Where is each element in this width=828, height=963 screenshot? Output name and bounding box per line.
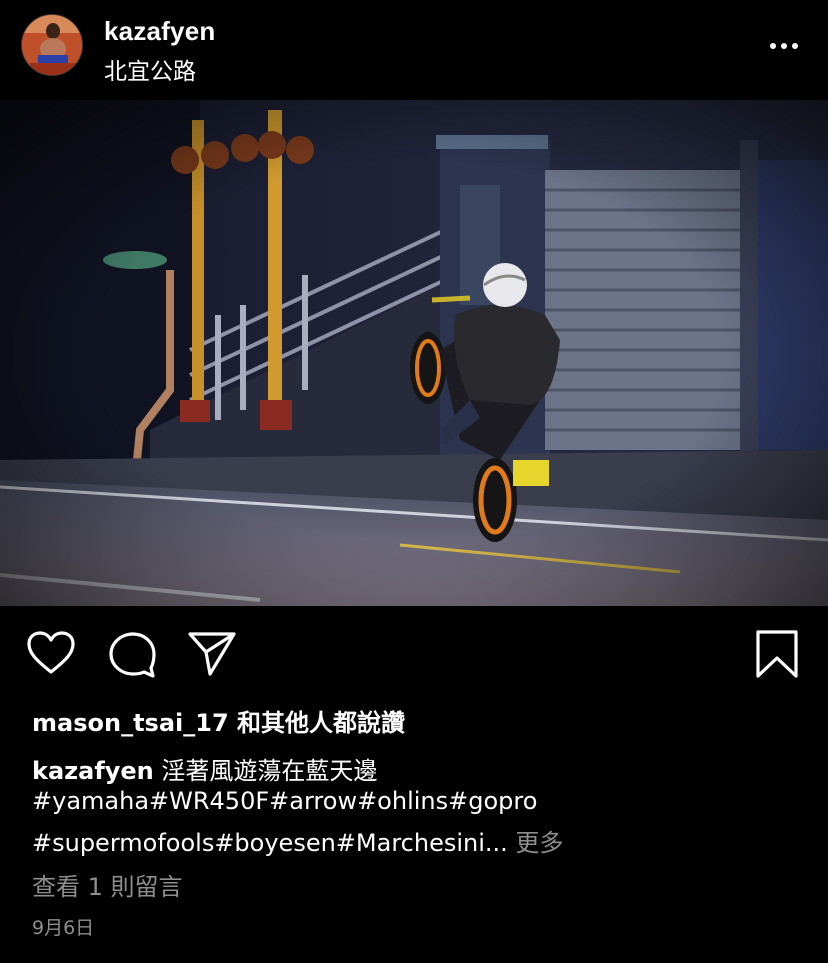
more-options-button[interactable] [764, 32, 804, 60]
caption-username[interactable]: kazafyen [32, 757, 154, 785]
like-button[interactable] [26, 630, 76, 681]
bookmark-icon [756, 630, 798, 678]
share-button[interactable] [186, 630, 238, 683]
caption-hashtags-line-1[interactable]: #yamaha#WR450F#arrow#ohlins#gopro [32, 787, 537, 815]
more-horizontal-icon [770, 43, 798, 49]
view-comments-link[interactable]: 查看 1 則留言 [32, 867, 183, 902]
caption-text: 淫著風遊蕩在藍天邊 [161, 757, 378, 785]
send-icon [188, 632, 236, 676]
post-image [0, 100, 828, 606]
avatar[interactable] [21, 14, 83, 76]
caption-more-link[interactable]: 更多 [515, 829, 563, 857]
caption: kazafyen 淫著風遊蕩在藍天邊 [32, 751, 377, 786]
action-bar [0, 620, 828, 690]
comment-button[interactable] [107, 630, 157, 683]
post-photo[interactable] [0, 100, 828, 606]
avatar-image [22, 15, 82, 75]
post-date: 9月6日 [32, 917, 95, 939]
post-username[interactable]: kazafyen [104, 16, 215, 47]
caption-hashtags[interactable]: #supermofools#boyesen#Marchesini... [32, 829, 508, 857]
comment-icon [109, 632, 156, 678]
save-button[interactable] [754, 628, 800, 685]
likes-summary[interactable]: mason_tsai_17 和其他人都說讚 [32, 703, 405, 738]
heart-icon [27, 631, 75, 674]
post-location[interactable]: 北宜公路 [104, 52, 196, 86]
post-header: kazafyen 北宜公路 [0, 0, 828, 100]
caption-hashtags-line-2: #supermofools#boyesen#Marchesini... 更多 [32, 823, 563, 858]
